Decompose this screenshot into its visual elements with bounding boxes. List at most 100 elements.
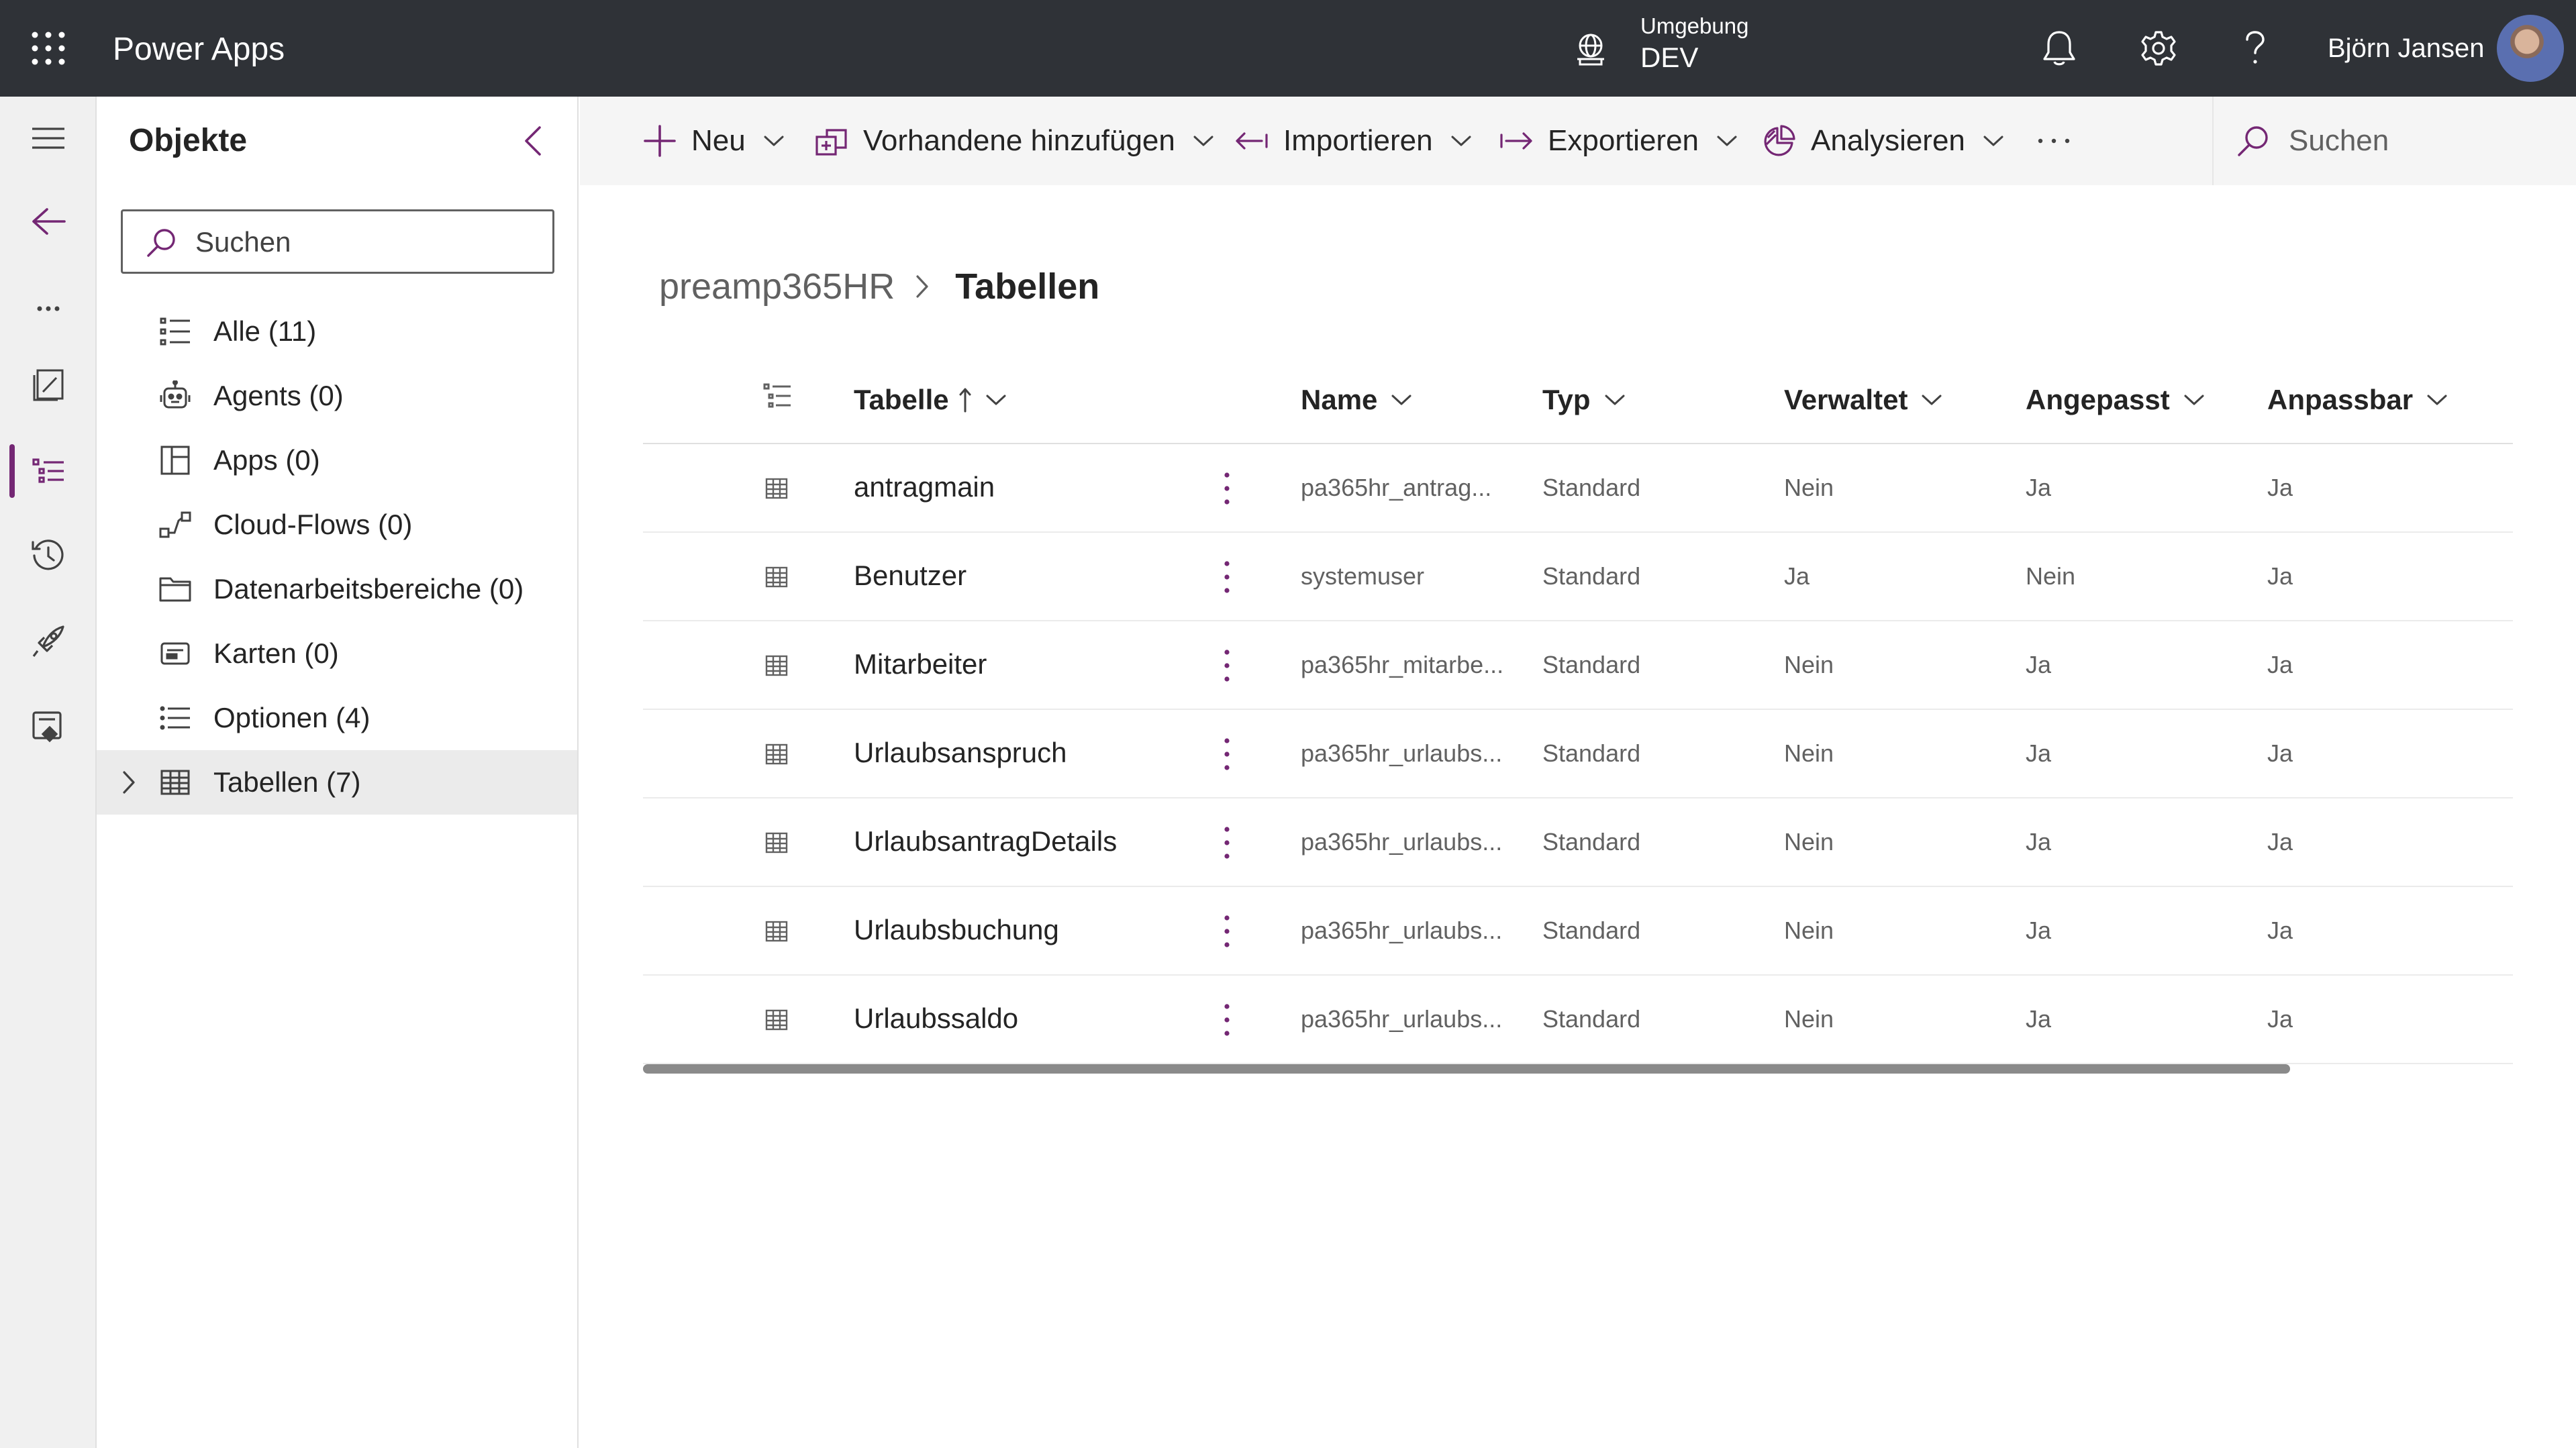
new-button-label: Neu xyxy=(691,124,746,157)
column-header-name[interactable]: Name xyxy=(1301,384,1412,416)
cell-anpassbar: Ja xyxy=(2267,651,2293,678)
objects-list-icon[interactable] xyxy=(21,444,75,498)
flow-icon xyxy=(158,509,192,541)
hamburger-menu-icon[interactable] xyxy=(21,111,75,165)
cell-name: pa365hr_antrag... xyxy=(1301,474,1492,501)
cell-typ: Standard xyxy=(1542,651,1641,678)
import-button[interactable]: Importieren xyxy=(1235,119,1472,162)
environment-value[interactable]: DEV xyxy=(1640,42,1698,74)
column-options-list-icon[interactable] xyxy=(762,382,792,411)
analyze-button[interactable]: Analysieren xyxy=(1763,119,2004,162)
deploy-rocket-icon[interactable] xyxy=(21,615,75,668)
chevron-down-icon xyxy=(1921,394,1942,406)
user-name[interactable]: Björn Jansen xyxy=(2328,34,2484,64)
notifications-bell-icon[interactable] xyxy=(2035,24,2083,72)
analyze-pie-icon xyxy=(1763,124,1796,158)
environment-icon[interactable] xyxy=(1571,30,1611,70)
row-more-options-icon[interactable] xyxy=(1215,823,1239,863)
horizontal-scrollbar[interactable] xyxy=(643,1064,2290,1074)
cell-tabelle[interactable]: UrlaubsantragDetails xyxy=(854,825,1117,858)
cell-tabelle[interactable]: Benutzer xyxy=(854,560,967,592)
objects-item-cloud-flows[interactable]: Cloud-Flows (0) xyxy=(97,493,577,557)
command-search-box[interactable] xyxy=(2236,117,2559,165)
back-arrow-icon[interactable] xyxy=(21,195,75,248)
breadcrumb-current: Tabellen xyxy=(955,266,1100,307)
table-row[interactable]: UrlaubsantragDetails pa365hr_urlaubs... … xyxy=(643,798,2513,887)
objects-item-apps[interactable]: Apps (0) xyxy=(97,428,577,493)
cell-angepasst: Ja xyxy=(2026,828,2052,856)
column-header-typ[interactable]: Typ xyxy=(1542,384,1626,416)
row-more-options-icon[interactable] xyxy=(1215,557,1239,597)
column-header-label: Angepasst xyxy=(2026,384,2170,415)
column-header-label: Tabelle xyxy=(854,384,949,415)
row-more-options-icon[interactable] xyxy=(1215,468,1239,509)
cell-typ: Standard xyxy=(1542,1005,1641,1033)
objects-item-karten[interactable]: Karten (0) xyxy=(97,621,577,686)
left-navigation-rail xyxy=(0,97,97,1448)
column-header-verwaltet[interactable]: Verwaltet xyxy=(1784,384,1942,416)
options-list-icon xyxy=(158,702,192,734)
command-bar-divider xyxy=(2212,97,2214,185)
objects-item-tabellen[interactable]: Tabellen (7) xyxy=(97,750,577,815)
cell-angepasst: Ja xyxy=(2026,1005,2052,1033)
cell-tabelle[interactable]: Urlaubsanspruch xyxy=(854,737,1067,769)
import-arrow-icon xyxy=(1235,131,1269,151)
table-row[interactable]: antragmain pa365hr_antrag... Standard Ne… xyxy=(643,444,2513,533)
collapse-panel-chevron-left-icon[interactable] xyxy=(513,121,553,161)
active-indicator xyxy=(9,444,15,498)
cell-angepasst: Ja xyxy=(2026,739,2052,767)
chevron-down-icon xyxy=(985,394,1007,406)
table-row-icon xyxy=(765,478,788,499)
pipeline-icon[interactable] xyxy=(21,701,75,754)
cell-anpassbar: Ja xyxy=(2267,474,2293,501)
sort-ascending-arrow-icon xyxy=(958,386,972,413)
table-row[interactable]: Urlaubssaldo pa365hr_urlaubs... Standard… xyxy=(643,976,2513,1064)
column-header-tabelle[interactable]: Tabelle xyxy=(854,384,1007,416)
objects-search-input[interactable] xyxy=(195,223,531,261)
cell-anpassbar: Ja xyxy=(2267,739,2293,767)
cell-tabelle[interactable]: antragmain xyxy=(854,471,995,503)
settings-gear-icon[interactable] xyxy=(2134,24,2183,72)
cell-tabelle[interactable]: Urlaubsbuchung xyxy=(854,914,1059,946)
command-search-input[interactable] xyxy=(2289,124,2557,158)
cell-verwaltet: Nein xyxy=(1784,828,1834,856)
column-header-label: Name xyxy=(1301,384,1378,415)
expand-chevron-right-icon[interactable] xyxy=(114,768,144,797)
objects-item-agents[interactable]: Agents (0) xyxy=(97,364,577,428)
environment-label[interactable]: Umgebung xyxy=(1640,13,1748,39)
cell-name: pa365hr_urlaubs... xyxy=(1301,828,1503,856)
app-launcher-icon[interactable] xyxy=(20,20,77,76)
cell-verwaltet: Nein xyxy=(1784,651,1834,678)
chevron-down-icon xyxy=(1604,394,1626,406)
table-row[interactable]: Urlaubsanspruch pa365hr_urlaubs... Stand… xyxy=(643,710,2513,798)
row-more-options-icon[interactable] xyxy=(1215,1000,1239,1040)
app-title[interactable]: Power Apps xyxy=(113,31,285,68)
table-row-icon xyxy=(765,566,788,588)
breadcrumb-parent-link[interactable]: preamp365HR xyxy=(659,266,895,307)
help-icon[interactable] xyxy=(2231,24,2279,72)
cell-name: pa365hr_urlaubs... xyxy=(1301,739,1503,767)
row-more-options-icon[interactable] xyxy=(1215,734,1239,774)
cell-tabelle[interactable]: Mitarbeiter xyxy=(854,648,987,680)
row-more-options-icon[interactable] xyxy=(1215,911,1239,951)
objects-item-optionen[interactable]: Optionen (4) xyxy=(97,686,577,750)
export-button[interactable]: Exportieren xyxy=(1499,119,1738,162)
table-row[interactable]: Benutzer systemuser Standard Ja Nein Ja xyxy=(643,533,2513,621)
column-header-angepasst[interactable]: Angepasst xyxy=(2026,384,2205,416)
table-row-icon xyxy=(765,743,788,765)
objects-item-datenarbeitsbereiche[interactable]: Datenarbeitsbereiche (0) xyxy=(97,557,577,621)
row-more-options-icon[interactable] xyxy=(1215,645,1239,686)
overview-icon[interactable] xyxy=(21,358,75,412)
table-row[interactable]: Mitarbeiter pa365hr_mitarbe... Standard … xyxy=(643,621,2513,710)
add-existing-button[interactable]: Vorhandene hinzufügen xyxy=(815,119,1214,162)
objects-search-box[interactable] xyxy=(121,209,554,274)
table-row[interactable]: Urlaubsbuchung pa365hr_urlaubs... Standa… xyxy=(643,887,2513,976)
history-icon[interactable] xyxy=(21,529,75,582)
objects-item-alle[interactable]: Alle (11) xyxy=(97,299,577,364)
user-avatar[interactable] xyxy=(2497,15,2564,82)
more-ellipsis-icon[interactable] xyxy=(21,282,75,335)
new-button[interactable]: Neu xyxy=(643,119,785,162)
column-header-anpassbar[interactable]: Anpassbar xyxy=(2267,384,2448,416)
more-commands-ellipsis-icon[interactable] xyxy=(2036,119,2071,162)
cell-tabelle[interactable]: Urlaubssaldo xyxy=(854,1002,1018,1035)
